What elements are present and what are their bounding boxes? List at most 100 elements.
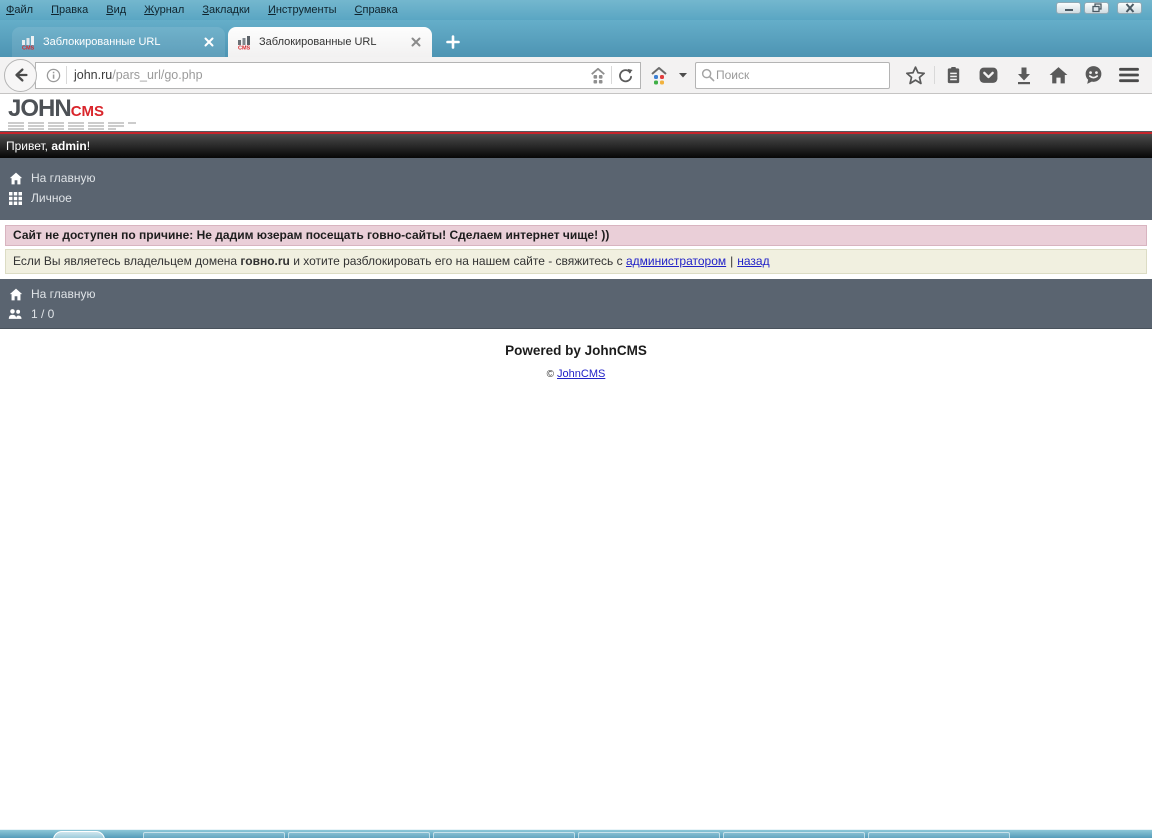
close-button[interactable] — [1117, 2, 1142, 14]
taskbar-button[interactable] — [143, 832, 285, 838]
greeting-username: admin — [51, 139, 86, 153]
reload-button[interactable] — [612, 63, 638, 87]
visual-bookmarks-menu-button[interactable] — [649, 66, 689, 85]
home-button[interactable] — [1041, 60, 1076, 90]
windows-taskbar — [0, 829, 1152, 838]
johncms-favicon: CMS — [21, 34, 37, 50]
menu-view[interactable]: Вид — [106, 4, 126, 16]
greeting-prefix: Привет, — [6, 139, 51, 153]
powered-by-text: Powered by JohnCMS — [0, 343, 1152, 358]
nav-item-personal[interactable]: Личное — [0, 188, 1152, 208]
toolbar-buttons — [898, 60, 1146, 90]
nav-item-home[interactable]: На главную — [0, 168, 1152, 188]
link-separator: | — [730, 254, 733, 268]
bookmark-star-button[interactable] — [898, 60, 933, 90]
users-icon — [8, 308, 23, 320]
restore-button[interactable] — [1084, 2, 1109, 14]
tab-strip: CMS Заблокированные URL CMS Заблокирован… — [0, 20, 1152, 57]
smiley-chat-icon — [1083, 65, 1104, 85]
copyright-symbol: © — [547, 369, 554, 380]
nav-item-label: Личное — [31, 191, 72, 205]
greeting-suffix: ! — [87, 139, 90, 153]
divider — [934, 66, 935, 84]
nav-block-bottom: На главную 1 / 0 — [0, 279, 1152, 329]
firefox-window: Файл Правка Вид Журнал Закладки Инструме… — [0, 0, 1152, 838]
grid-icon — [8, 192, 23, 205]
clipboard-icon — [944, 65, 963, 86]
taskbar-button[interactable] — [868, 832, 1010, 838]
taskbar-button[interactable] — [578, 832, 720, 838]
page-footer: Powered by JohnCMS ©JohnCMS — [0, 343, 1152, 380]
start-button[interactable] — [53, 831, 105, 838]
back-link[interactable]: назад — [737, 254, 769, 268]
menu-bookmarks[interactable]: Закладки — [202, 4, 250, 16]
bookmarks-menu-button[interactable] — [936, 60, 971, 90]
house-dots-color-icon — [649, 66, 669, 85]
owner-message-mid: и хотите разблокировать его на нашем сай… — [290, 254, 626, 268]
menu-tools[interactable]: Инструменты — [268, 4, 337, 16]
blocked-domain: говно.ru — [240, 254, 289, 268]
copyright-line: ©JohnCMS — [0, 368, 1152, 380]
search-input[interactable] — [716, 68, 885, 82]
online-counter-value: 1 / 0 — [31, 307, 54, 321]
chevron-down-icon — [677, 71, 689, 79]
visual-bookmarks-button[interactable] — [585, 63, 611, 87]
star-icon — [905, 65, 926, 86]
url-host: john.ru — [74, 68, 112, 82]
online-counter-row[interactable]: 1 / 0 — [0, 304, 1152, 324]
svg-text:CMS: CMS — [22, 46, 35, 51]
minimize-button[interactable] — [1056, 2, 1081, 14]
johncms-logo: JOHNCMS — [8, 99, 1152, 130]
tab-close-icon[interactable] — [202, 35, 216, 49]
back-button[interactable] — [4, 59, 37, 92]
nav-item-home-bottom[interactable]: На главную — [0, 284, 1152, 304]
message-zone: Сайт не доступен по причине: Не дадим юз… — [0, 220, 1152, 279]
owner-message-pre: Если Вы являетесь владельцем домена — [13, 254, 240, 268]
tab-close-icon[interactable] — [409, 35, 423, 49]
taskbar-button[interactable] — [288, 832, 430, 838]
pocket-icon — [978, 66, 999, 85]
hello-chat-button[interactable] — [1076, 60, 1111, 90]
menu-bar: Файл Правка Вид Журнал Закладки Инструме… — [0, 0, 1152, 20]
new-tab-button[interactable] — [438, 29, 468, 55]
hamburger-icon — [1118, 66, 1140, 84]
taskbar-button[interactable] — [433, 832, 575, 838]
tab-blocked-urls-active[interactable]: CMS Заблокированные URL — [228, 27, 432, 57]
downloads-button[interactable] — [1006, 60, 1041, 90]
url-text[interactable]: john.ru/pars_url/go.php — [67, 68, 585, 82]
pocket-button[interactable] — [971, 60, 1006, 90]
johncms-favicon: CMS — [237, 34, 253, 50]
menu-edit[interactable]: Правка — [51, 4, 88, 16]
menu-file[interactable]: Файл — [6, 4, 33, 16]
menu-help[interactable]: Справка — [355, 4, 398, 16]
site-header: JOHNCMS — [0, 94, 1152, 131]
tab-blocked-urls-inactive[interactable]: CMS Заблокированные URL — [12, 27, 225, 57]
owner-info-message: Если Вы являетесь владельцем домена говн… — [5, 249, 1147, 274]
address-bar[interactable]: john.ru/pars_url/go.php — [35, 62, 641, 89]
restore-icon — [1091, 3, 1103, 13]
navigation-toolbar: john.ru/pars_url/go.php — [0, 57, 1152, 94]
svg-text:CMS: CMS — [238, 46, 251, 51]
nav-item-label: На главную — [31, 287, 95, 301]
block-reason-message: Сайт не доступен по причине: Не дадим юз… — [5, 225, 1147, 246]
admin-link[interactable]: администратором — [626, 254, 726, 268]
house-dots-gray-icon — [589, 67, 607, 84]
nav-item-label: На главную — [31, 171, 95, 185]
page-content: JOHNCMS Привет, admin! На главную — [0, 94, 1152, 380]
tab-title: Заблокированные URL — [259, 36, 409, 48]
greeting-bar: Привет, admin! — [0, 134, 1152, 158]
search-icon — [700, 67, 716, 83]
home-icon — [8, 172, 23, 185]
menu-hamburger-button[interactable] — [1111, 60, 1146, 90]
info-icon — [45, 67, 62, 84]
search-box — [695, 62, 890, 89]
home-icon — [1048, 65, 1069, 85]
site-info-button[interactable] — [40, 63, 66, 87]
nav-block-top: На главную Личное — [0, 158, 1152, 220]
taskbar-button[interactable] — [723, 832, 865, 838]
menu-history[interactable]: Журнал — [144, 4, 184, 16]
plus-icon — [446, 35, 460, 49]
url-path: /pars_url/go.php — [112, 68, 202, 82]
johncms-link[interactable]: JohnCMS — [557, 368, 605, 380]
tab-title: Заблокированные URL — [43, 36, 202, 48]
